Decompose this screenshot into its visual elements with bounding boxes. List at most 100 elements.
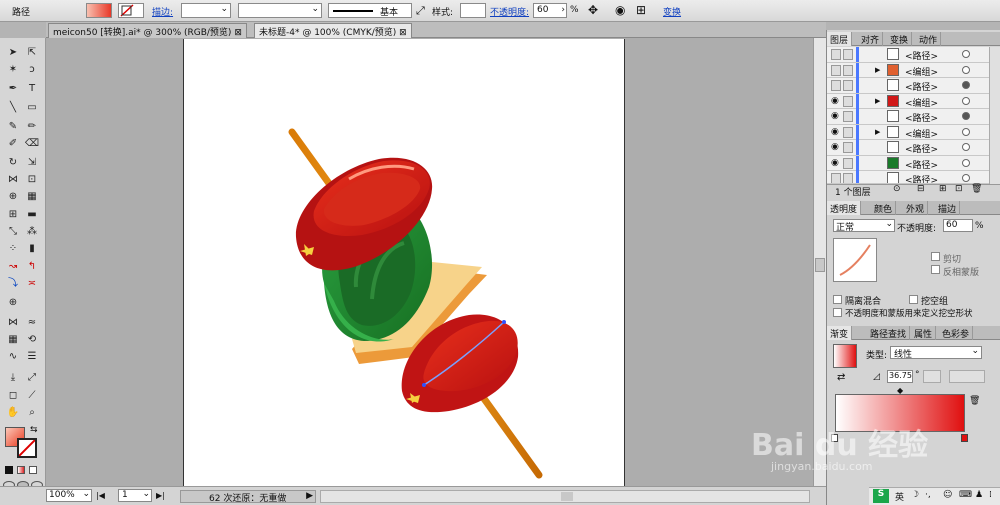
target-icon[interactable] — [962, 112, 970, 120]
keyboard-icon[interactable]: ⌨ — [959, 490, 972, 500]
align-icon[interactable]: ⤢ — [416, 4, 425, 18]
target-icon[interactable] — [962, 96, 970, 105]
locate-object-icon[interactable]: ⊙ — [893, 184, 901, 194]
tab-color[interactable]: 颜色 — [871, 201, 897, 215]
emoji-icon[interactable]: ☺ — [943, 490, 952, 500]
layer-row[interactable]: ◉ ▶ <编组> — [827, 124, 989, 140]
globe-icon[interactable]: ◉ — [615, 3, 625, 17]
sogou-logo-icon[interactable]: S — [873, 489, 889, 503]
target-icon[interactable] — [962, 50, 970, 58]
chart-tool-icon[interactable]: ▦ — [5, 333, 21, 347]
selection-tool-icon[interactable]: ➤ — [5, 46, 21, 60]
artboard[interactable] — [183, 39, 625, 486]
opacity-field[interactable]: 60 — [943, 219, 973, 232]
layer-row[interactable]: <路径> — [827, 78, 989, 94]
reverse-gradient-icon[interactable]: ⇄ — [837, 372, 845, 383]
list-tool-icon[interactable]: ☰ — [24, 350, 40, 364]
horizontal-scrollbar[interactable] — [320, 490, 810, 503]
blend-mode-select[interactable]: 正常 ⌄ — [833, 219, 895, 233]
type-tool-icon[interactable]: T — [24, 82, 40, 96]
artboard-tool-icon[interactable]: ⋈ — [5, 316, 21, 330]
anchor-tool-icon[interactable]: ↰ — [24, 260, 40, 274]
zoom-select[interactable]: 100% ⌄ — [46, 489, 92, 502]
direct-selection-tool-icon[interactable]: ⇱ — [24, 46, 40, 60]
color-mode-icon[interactable] — [5, 466, 13, 474]
knockout-group-checkbox[interactable] — [909, 295, 918, 304]
close-tab-icon[interactable]: ⊠ — [399, 28, 407, 38]
expand-arrow-icon[interactable]: ▶ — [875, 128, 880, 136]
aspect-ratio-input[interactable] — [923, 370, 941, 383]
brush-definition-select[interactable]: 基本 — [328, 3, 412, 18]
warp-tool-icon[interactable]: ⟲ — [24, 333, 40, 347]
gradient-preview-swatch[interactable] — [833, 344, 857, 368]
scale-tool-icon[interactable]: ⇲ — [24, 156, 40, 170]
tab-attributes[interactable]: 属性 — [911, 326, 937, 340]
recolor-icon[interactable]: ✥ — [588, 3, 598, 17]
eraser-tool-icon[interactable]: ⌫ — [24, 137, 40, 151]
eye-icon[interactable]: ◉ — [831, 127, 839, 137]
layer-row[interactable]: ◉ <路径> — [827, 140, 989, 156]
tab-transform[interactable]: 变换 — [887, 32, 913, 46]
stroke-swatch[interactable] — [17, 438, 37, 458]
live-paint-tool-icon[interactable]: ⤓ — [5, 371, 21, 385]
layer-row[interactable]: <路径> — [827, 171, 989, 184]
curvature-tool-icon[interactable]: ↝ — [5, 260, 21, 274]
blend-tool-icon[interactable]: ⁂ — [24, 225, 40, 239]
tab-gradient[interactable]: 渐变 — [827, 326, 853, 340]
clip-checkbox[interactable] — [931, 252, 940, 261]
doc-tab-meicon[interactable]: meicon50 [转换].ai* @ 300% (RGB/预览) ⊠ — [48, 23, 247, 38]
gradient-mode-icon[interactable] — [17, 466, 25, 474]
grid-icon[interactable]: ⁞ — [989, 490, 992, 500]
fill-color-swatch[interactable] — [86, 3, 112, 18]
convert-anchor-tool-icon[interactable]: ⤵ — [5, 277, 21, 291]
target-icon[interactable] — [962, 127, 970, 136]
hand-tool-icon[interactable]: ✋ — [5, 406, 21, 420]
perspective-grid-tool-icon[interactable]: ▦ — [24, 190, 40, 204]
eye-icon[interactable]: ◉ — [831, 142, 839, 152]
target-icon[interactable] — [962, 81, 970, 89]
swap-colors-icon[interactable]: ⇆ — [30, 425, 38, 435]
punctuation-icon[interactable]: ·, — [925, 490, 931, 500]
opacity-input[interactable]: 60 › — [533, 3, 567, 18]
wave-tool-icon[interactable]: ∿ — [5, 350, 21, 364]
tab-align[interactable]: 对齐 — [858, 32, 884, 46]
gradient-location-input[interactable] — [949, 370, 985, 383]
target-icon[interactable] — [962, 143, 970, 151]
layer-row[interactable]: ◉ <路径> — [827, 109, 989, 125]
target-icon[interactable] — [962, 65, 970, 74]
vertical-scrollbar[interactable] — [813, 38, 826, 486]
gradient-stop-end[interactable] — [961, 434, 968, 442]
magic-wand-tool-icon[interactable]: ✶ — [5, 63, 21, 77]
expand-arrow-icon[interactable]: ▶ — [875, 97, 880, 105]
transform-link[interactable]: 变换 — [663, 5, 681, 18]
free-transform-tool-icon[interactable]: ⊡ — [24, 173, 40, 187]
stroke-link[interactable]: 描边: — [152, 5, 173, 18]
target-icon[interactable] — [962, 158, 970, 167]
define-knockout-checkbox[interactable] — [833, 308, 842, 317]
delete-stop-icon[interactable]: 🗑 — [969, 396, 980, 406]
target-tool-icon[interactable]: ⊕ — [5, 296, 21, 310]
width-tool-icon[interactable]: ⋈ — [5, 173, 21, 187]
graphic-style-swatch[interactable] — [460, 3, 486, 18]
pen-tool-icon[interactable]: ✒ — [5, 82, 21, 96]
layer-row[interactable]: <路径> — [827, 47, 989, 63]
tab-appearance[interactable]: 外观 — [903, 201, 929, 215]
first-page-icon[interactable]: |◀ — [96, 491, 105, 500]
layer-row[interactable]: ◉ ▶ <编组> — [827, 93, 989, 109]
paintbrush-tool-icon[interactable]: ✎ — [5, 120, 21, 134]
moon-icon[interactable]: ☽ — [911, 490, 919, 500]
join-tool-icon[interactable]: ≍ — [24, 277, 40, 291]
layer-row[interactable]: ▶ <编组> — [827, 62, 989, 78]
page-select[interactable]: 1 ⌄ — [118, 489, 152, 502]
zoom-tool-icon[interactable]: ⌕ — [24, 406, 40, 420]
close-tab-icon[interactable]: ⊠ — [234, 28, 242, 38]
none-mode-icon[interactable] — [29, 466, 37, 474]
eyedropper-tool-icon[interactable]: ⤡ — [5, 225, 21, 239]
rotate-tool-icon[interactable]: ↻ — [5, 156, 21, 170]
gradient-angle-input[interactable]: 36.75 — [887, 370, 913, 383]
ime-language[interactable]: 英 — [895, 490, 904, 503]
eye-icon[interactable]: ◉ — [831, 158, 839, 168]
pipette-tool-icon[interactable]: ⤢ — [24, 371, 40, 385]
gradient-tool-icon[interactable]: ▬ — [24, 208, 40, 222]
tab-pathfinder[interactable]: 路径查找 — [867, 326, 911, 340]
